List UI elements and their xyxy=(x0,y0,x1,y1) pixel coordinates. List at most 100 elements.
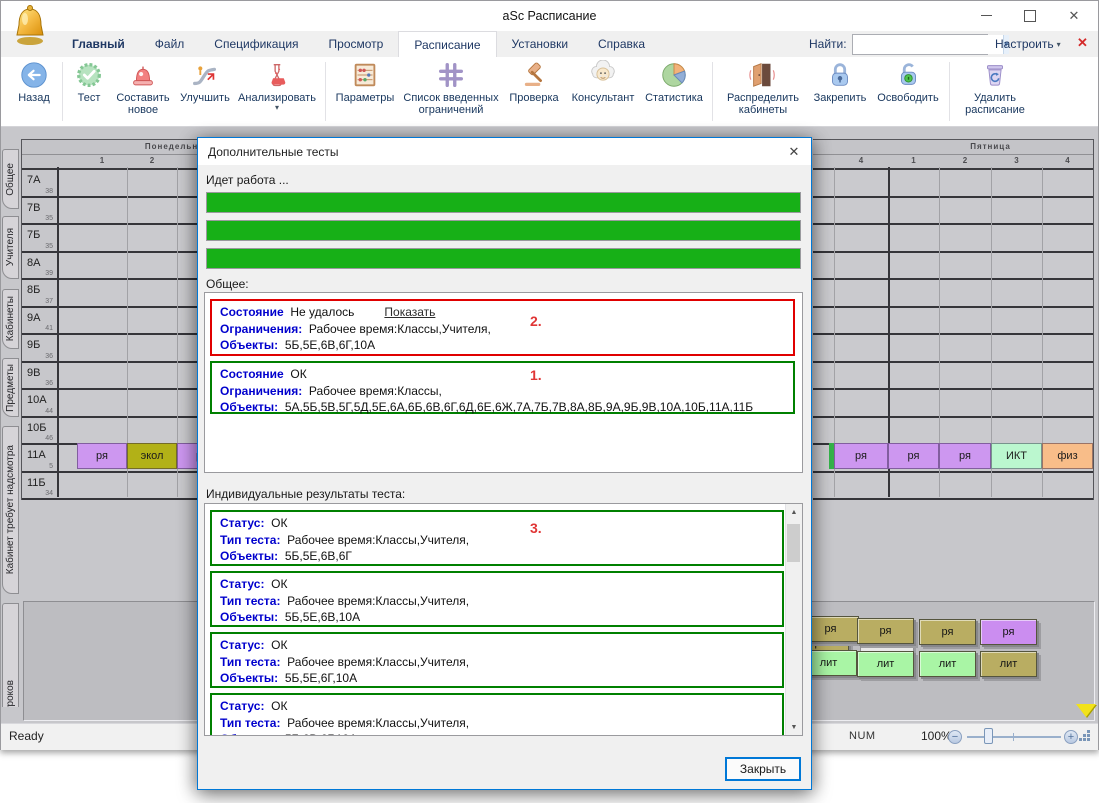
improve-button[interactable]: Улучшить xyxy=(176,57,234,126)
scroll-up-button[interactable]: ▲ xyxy=(786,504,802,520)
class-row-header[interactable]: 10А44 xyxy=(22,390,57,416)
dialog-close-button[interactable]: ✕ xyxy=(777,138,811,165)
lesson-card[interactable]: лит xyxy=(980,651,1037,677)
class-row-header[interactable]: 7В35 xyxy=(22,198,57,224)
constraints-list-button[interactable]: Список введенных ограничений xyxy=(399,57,503,126)
zoom-slider-thumb[interactable] xyxy=(984,728,993,744)
sidebar-tab-teachers[interactable]: Учителя xyxy=(2,216,19,279)
list-item[interactable]: Статус: ОК Тип теста: Рабочее время:Клас… xyxy=(210,632,784,688)
individual-results-list: Статус: ОК Тип теста: Рабочее время:Клас… xyxy=(204,503,803,736)
check-button[interactable]: Проверка xyxy=(503,57,565,126)
title-bar: aSc Расписание ✕ xyxy=(1,1,1098,31)
delete-timetable-button[interactable]: Удалить расписание xyxy=(955,57,1035,126)
lesson-card[interactable]: ря xyxy=(919,619,976,645)
class-row-header[interactable]: 11А5 xyxy=(22,445,57,471)
zoom-in-button[interactable]: + xyxy=(1064,730,1078,744)
table-row[interactable] xyxy=(813,198,1093,226)
maximize-button[interactable] xyxy=(1008,1,1052,30)
period-header: 1 xyxy=(888,156,939,165)
menu-tab-settings[interactable]: Установки xyxy=(497,31,583,57)
scroll-up-icon: ▲ xyxy=(791,509,798,516)
progress-bar xyxy=(206,248,801,269)
table-row[interactable] xyxy=(813,280,1093,308)
table-row[interactable] xyxy=(813,225,1093,253)
list-item[interactable]: Статус: ОК Тип теста: Рабочее время:Клас… xyxy=(210,571,784,627)
generate-new-button[interactable]: Составить новое xyxy=(110,57,176,126)
class-row-header[interactable]: 7Б35 xyxy=(22,225,57,251)
lesson-cell[interactable]: экол xyxy=(127,443,177,469)
consultant-button[interactable]: Консультант xyxy=(565,57,641,126)
list-item[interactable]: Статус: ОК Тип теста: Рабочее время:Клас… xyxy=(210,693,784,736)
lesson-cell[interactable]: ря xyxy=(939,443,991,469)
table-row[interactable] xyxy=(813,390,1093,418)
menu-tab-view[interactable]: Просмотр xyxy=(314,31,399,57)
unlock-button[interactable]: Освободить xyxy=(872,57,944,126)
sidebar-tab-supervision[interactable]: Кабинет требует надсмотра xyxy=(2,426,19,594)
analyze-button[interactable]: Анализировать ▾ xyxy=(234,57,320,126)
menu-tab-specification[interactable]: Спецификация xyxy=(199,31,313,57)
back-button[interactable]: Назад xyxy=(11,57,57,126)
class-row-header[interactable]: 8А39 xyxy=(22,253,57,279)
statistics-button[interactable]: Статистика xyxy=(641,57,707,126)
menu-tab-schedule[interactable]: Расписание xyxy=(398,31,496,57)
distribute-rooms-button[interactable]: Распределить кабинеты xyxy=(718,57,808,126)
class-row-header[interactable]: 8Б37 xyxy=(22,280,57,306)
sidebar-tab-lesson-board[interactable]: Доска уроков xyxy=(2,603,19,707)
more-cards-arrow-icon[interactable] xyxy=(1076,704,1096,717)
lesson-cell[interactable]: ИКТ xyxy=(991,443,1042,469)
lesson-cell[interactable]: ря xyxy=(888,443,939,469)
table-row[interactable] xyxy=(813,170,1093,198)
lesson-cell[interactable]: ря xyxy=(834,443,888,469)
ribbon-close-icon[interactable]: ✕ xyxy=(1077,35,1088,51)
lesson-card[interactable]: ря xyxy=(980,619,1037,645)
menu-tab-glavny[interactable]: Главный xyxy=(57,31,140,57)
class-row-header[interactable]: 9Б36 xyxy=(22,335,57,361)
scroll-down-button[interactable]: ▼ xyxy=(786,719,802,735)
test-result-failed[interactable]: Состояние Не удалосьПоказать Ограничения… xyxy=(210,299,795,356)
sidebar-tab-rooms[interactable]: Кабинеты xyxy=(2,289,19,349)
sidebar-tab-common[interactable]: Общее xyxy=(2,149,19,209)
minimize-button[interactable] xyxy=(964,1,1008,30)
class-row-header[interactable]: 10Б46 xyxy=(22,418,57,444)
lock-button[interactable]: Закрепить xyxy=(808,57,872,126)
individual-section-label: Индивидуальные результаты теста: xyxy=(206,487,405,501)
zoom-out-button[interactable]: − xyxy=(948,730,962,744)
parameters-button[interactable]: Параметры xyxy=(331,57,399,126)
search-input[interactable] xyxy=(853,35,1003,54)
class-row-header[interactable]: 11Б34 xyxy=(22,473,57,499)
lesson-cell[interactable]: ря xyxy=(77,443,127,469)
search-combo[interactable]: ▾ xyxy=(852,34,988,55)
test-result-ok[interactable]: Состояние ОК Ограничения: Рабочее время:… xyxy=(210,361,795,414)
menu-tab-file[interactable]: Файл xyxy=(140,31,200,57)
customize-button[interactable]: Настроить ▾ xyxy=(995,37,1061,51)
table-row[interactable] xyxy=(813,308,1093,336)
scrollbar[interactable]: ▲ ▼ xyxy=(785,504,802,735)
zoom-slider-track[interactable] xyxy=(967,736,1061,738)
table-row[interactable] xyxy=(813,253,1093,281)
close-dialog-button[interactable]: Закрыть xyxy=(725,757,801,781)
lesson-cell[interactable]: физ xyxy=(1042,443,1093,469)
sidebar-tab-subjects[interactable]: Предметы xyxy=(2,358,19,417)
class-row-header[interactable]: 9А41 xyxy=(22,308,57,334)
abacus-icon xyxy=(350,60,380,90)
class-row-header[interactable]: 9В36 xyxy=(22,363,57,389)
lock-icon xyxy=(825,60,855,90)
table-row[interactable] xyxy=(813,473,1093,501)
table-row[interactable] xyxy=(813,363,1093,391)
class-row-header[interactable]: 7А38 xyxy=(22,170,57,196)
lesson-card[interactable]: лит xyxy=(857,651,914,677)
resize-grip[interactable] xyxy=(1087,730,1090,733)
show-link[interactable]: Показать xyxy=(384,305,435,319)
scrollbar-thumb[interactable] xyxy=(787,524,800,562)
app-logo-bell-icon[interactable] xyxy=(8,3,52,49)
pie-chart-icon xyxy=(659,60,689,90)
menu-tab-help[interactable]: Справка xyxy=(583,31,660,57)
list-item[interactable]: Статус: ОК Тип теста: Рабочее время:Клас… xyxy=(210,510,784,566)
close-button[interactable]: ✕ xyxy=(1052,1,1096,30)
lesson-card[interactable]: лит xyxy=(919,651,976,677)
period-header-row: 4 1 2 3 4 xyxy=(813,155,1093,170)
lesson-card[interactable]: ря xyxy=(857,618,914,644)
table-row[interactable] xyxy=(813,418,1093,446)
test-button[interactable]: Тест xyxy=(68,57,110,126)
table-row[interactable] xyxy=(813,335,1093,363)
